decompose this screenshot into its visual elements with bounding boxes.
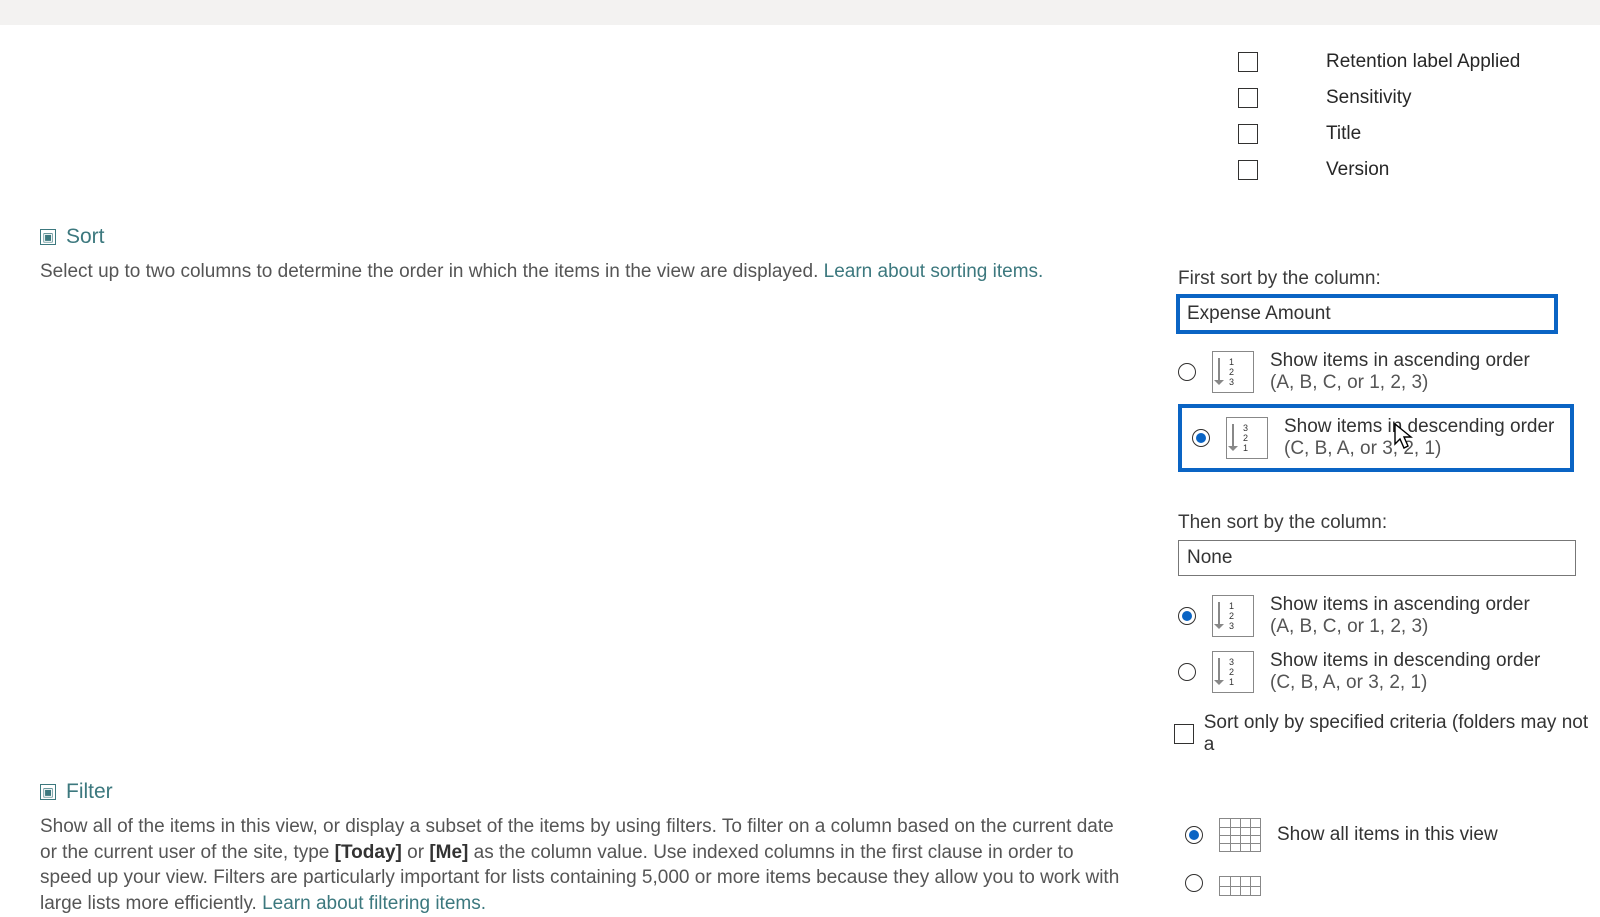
column-label: Retention label Applied xyxy=(1326,51,1520,73)
second-asc-radio[interactable] xyxy=(1178,607,1196,625)
sort-desc-text: Select up to two columns to determine th… xyxy=(40,261,824,282)
sort-panel: First sort by the column: Expense Amount… xyxy=(1178,268,1598,756)
filter-panel: Show all items in this view xyxy=(1185,806,1600,896)
learn-filter-link[interactable]: Learn about filtering items. xyxy=(262,893,486,914)
asc-line1b: Show items in ascending order xyxy=(1270,594,1530,616)
sort-only-checkbox[interactable] xyxy=(1174,724,1194,744)
learn-sort-link[interactable]: Learn about sorting items. xyxy=(824,261,1044,282)
sort-desc-icon: 123 xyxy=(1212,651,1254,693)
column-row-retention: Retention label Applied xyxy=(1238,44,1520,80)
column-checkbox-title[interactable] xyxy=(1238,124,1258,144)
column-row-sensitivity: Sensitivity xyxy=(1238,80,1520,116)
filter-heading[interactable]: ▣ Filter xyxy=(40,780,1130,804)
sort-only-row: Sort only by specified criteria (folders… xyxy=(1174,712,1598,756)
sort-heading[interactable]: ▣ Sort xyxy=(40,225,1130,249)
sort-only-label: Sort only by specified criteria (folders… xyxy=(1204,712,1598,756)
sort-asc-icon: 123 xyxy=(1212,595,1254,637)
sort-title: Sort xyxy=(66,225,105,249)
filter-section: ▣ Filter Show all of the items in this v… xyxy=(40,780,1130,917)
first-desc-radio[interactable] xyxy=(1192,429,1210,447)
sort-description: Select up to two columns to determine th… xyxy=(40,259,1130,285)
first-asc-radio[interactable] xyxy=(1178,363,1196,381)
first-desc-text: Show items in descending order (C, B, A,… xyxy=(1284,416,1554,460)
first-asc-text: Show items in ascending order (A, B, C, … xyxy=(1270,350,1530,394)
second-desc-text: Show items in descending order (C, B, A,… xyxy=(1270,650,1540,694)
first-sort-select[interactable]: Expense Amount xyxy=(1178,296,1556,332)
all-items-icon xyxy=(1219,818,1261,852)
column-checkbox-sensitivity[interactable] xyxy=(1238,88,1258,108)
desc-line1: Show items in descending order xyxy=(1284,416,1554,438)
first-sort-value: Expense Amount xyxy=(1187,303,1331,325)
filter-or: or xyxy=(402,842,429,863)
second-desc-option[interactable]: 123 Show items in descending order (C, B… xyxy=(1178,650,1598,694)
asc-line2: (A, B, C, or 1, 2, 3) xyxy=(1270,372,1530,394)
second-asc-option[interactable]: 123 Show items in ascending order (A, B,… xyxy=(1178,594,1598,638)
sort-section: ▣ Sort Select up to two columns to deter… xyxy=(40,225,1130,285)
column-checkbox-retention[interactable] xyxy=(1238,52,1258,72)
collapse-icon[interactable]: ▣ xyxy=(40,784,56,800)
filter-me: [Me] xyxy=(429,842,468,863)
second-asc-text: Show items in ascending order (A, B, C, … xyxy=(1270,594,1530,638)
filter-showall-option[interactable]: Show all items in this view xyxy=(1185,818,1600,852)
desc-line1b: Show items in descending order xyxy=(1270,650,1540,672)
second-sort-value: None xyxy=(1187,547,1232,569)
sort-desc-icon: 123 xyxy=(1226,417,1268,459)
first-desc-option[interactable]: 123 Show items in descending order (C, B… xyxy=(1178,404,1574,472)
filter-description: Show all of the items in this view, or d… xyxy=(40,814,1130,917)
first-asc-option[interactable]: 123 Show items in ascending order (A, B,… xyxy=(1178,350,1598,394)
filter-second-option[interactable] xyxy=(1185,870,1600,896)
second-sort-label: Then sort by the column: xyxy=(1178,512,1598,534)
asc-line1: Show items in ascending order xyxy=(1270,350,1530,372)
desc-line2b: (C, B, A, or 3, 2, 1) xyxy=(1270,672,1540,694)
desc-line2: (C, B, A, or 3, 2, 1) xyxy=(1284,438,1554,460)
column-label: Sensitivity xyxy=(1326,87,1412,109)
filter-showall-label: Show all items in this view xyxy=(1277,824,1498,846)
second-sort-select[interactable]: None xyxy=(1178,540,1576,576)
collapse-icon[interactable]: ▣ xyxy=(40,229,56,245)
sort-asc-icon: 123 xyxy=(1212,351,1254,393)
second-desc-radio[interactable] xyxy=(1178,663,1196,681)
column-row-version: Version xyxy=(1238,152,1520,188)
filter-title: Filter xyxy=(66,780,113,804)
column-checkbox-list: Retention label Applied Sensitivity Titl… xyxy=(1238,44,1520,188)
top-bar xyxy=(0,0,1600,25)
column-label: Version xyxy=(1326,159,1389,181)
filter-today: [Today] xyxy=(335,842,402,863)
filter-showall-radio[interactable] xyxy=(1185,826,1203,844)
column-checkbox-version[interactable] xyxy=(1238,160,1258,180)
column-label: Title xyxy=(1326,123,1361,145)
asc-line2b: (A, B, C, or 1, 2, 3) xyxy=(1270,616,1530,638)
filter-second-radio[interactable] xyxy=(1185,874,1203,892)
filtered-items-icon xyxy=(1219,876,1261,896)
column-row-title: Title xyxy=(1238,116,1520,152)
first-sort-label: First sort by the column: xyxy=(1178,268,1598,290)
